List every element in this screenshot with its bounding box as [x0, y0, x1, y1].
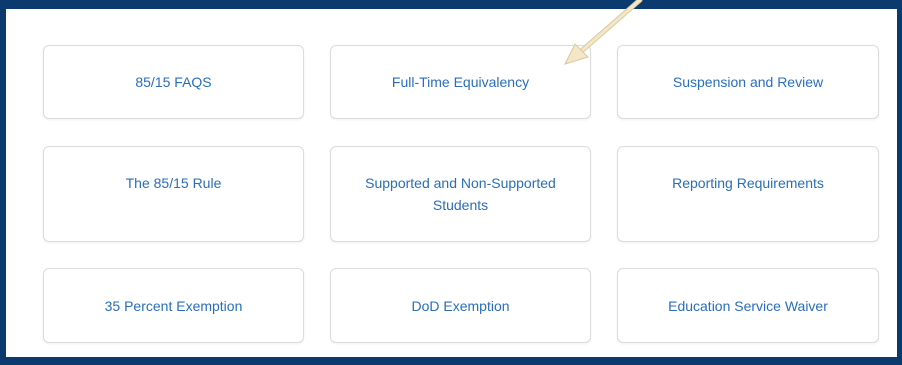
card-reporting-requirements[interactable]: Reporting Requirements — [617, 146, 879, 242]
card-label: Full-Time Equivalency — [391, 74, 530, 90]
card-label: The 85/15 Rule — [125, 175, 222, 191]
card-35-percent-exemption[interactable]: 35 Percent Exemption — [43, 268, 304, 343]
card-supported-non-supported-students[interactable]: Supported and Non-Supported Students — [330, 146, 591, 242]
card-dod-exemption[interactable]: DoD Exemption — [330, 268, 591, 343]
card-label: DoD Exemption — [411, 297, 510, 314]
card-label: 85/15 FAQS — [135, 74, 212, 90]
card-education-service-waiver[interactable]: Education Service Waiver — [617, 268, 879, 343]
card-label: 35 Percent Exemption — [104, 297, 243, 314]
card-85-15-faqs[interactable]: 85/15 FAQS — [43, 45, 304, 119]
card-label: Supported and Non-Supported Students — [365, 175, 556, 213]
card-label: Suspension and Review — [672, 74, 824, 90]
card-suspension-and-review[interactable]: Suspension and Review — [617, 45, 879, 119]
card-full-time-equivalency[interactable]: Full-Time Equivalency — [330, 45, 591, 119]
card-85-15-rule[interactable]: The 85/15 Rule — [43, 146, 304, 242]
card-label: Education Service Waiver — [668, 297, 828, 314]
card-label: Reporting Requirements — [672, 175, 824, 191]
highlight-frame: 85/15 FAQS Full-Time Equivalency Suspens… — [0, 0, 902, 365]
